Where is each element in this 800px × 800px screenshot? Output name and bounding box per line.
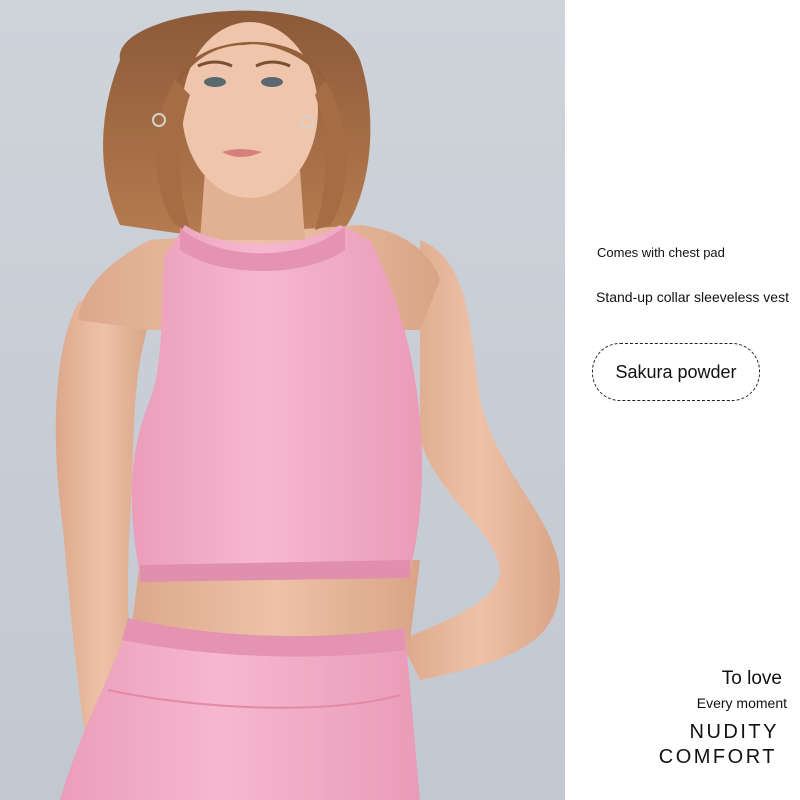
product-page: Comes with chest pad Stand-up collar sle…: [0, 0, 800, 800]
slogan-line-1: To love: [721, 668, 782, 689]
feature-chest-pad: Comes with chest pad: [597, 245, 725, 260]
model-illustration: [0, 0, 565, 800]
slogan-line-2: Every moment: [696, 695, 787, 711]
feature-collar: Stand-up collar sleeveless vest: [596, 289, 789, 305]
color-badge-label: Sakura powder: [615, 361, 737, 382]
product-photo: [0, 0, 565, 800]
color-badge: Sakura powder: [592, 343, 760, 401]
slogan-line-3: NUDITY: [689, 721, 779, 743]
slogan-line-4: COMFORT: [658, 746, 777, 768]
